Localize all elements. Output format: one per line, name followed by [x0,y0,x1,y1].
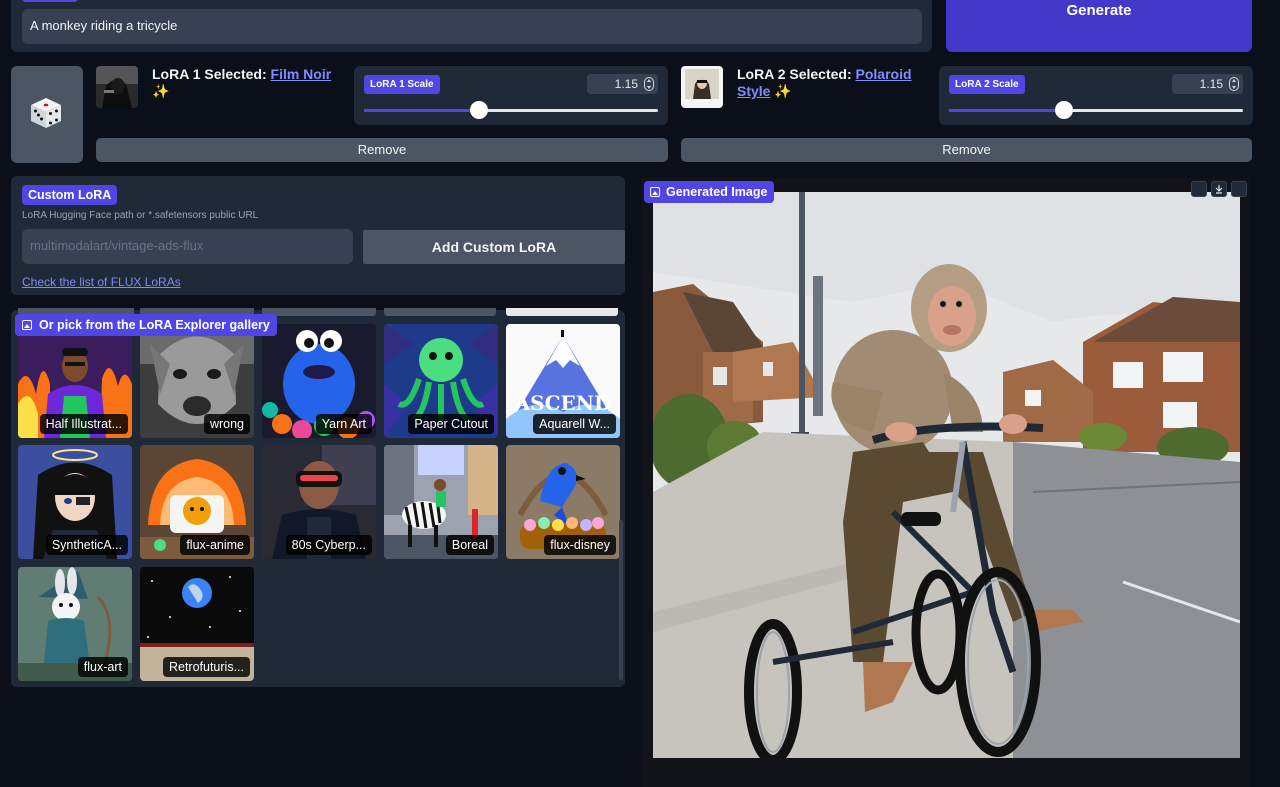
lora2-scale-panel: LoRA 2 Scale 1.15 [939,66,1253,125]
lora1-thumbnail [96,66,138,108]
lora1-scale-slider[interactable] [364,101,658,119]
gallery-item-label: Paper Cutout [408,414,494,434]
image-icon [22,320,32,330]
generated-image-title: Generated Image [644,181,775,203]
generated-image [653,192,1240,758]
lora1-scale-panel: LoRA 1 Scale 1.15 [354,66,668,125]
gallery-item[interactable]: Half Illustrat... [18,324,132,438]
lora2-scale-input[interactable]: 1.15 [1172,74,1243,94]
image-icon [650,187,660,197]
gallery-item-label: Retrofuturis... [162,657,250,677]
lora2-remove-button[interactable]: Remove [681,138,1252,162]
gallery-item[interactable]: SyntheticA... [18,445,132,559]
gallery-row-above [262,308,376,316]
gallery-row-above [384,308,496,316]
gallery-item-label: Aquarell W... [533,414,616,434]
lora2-scale-slider[interactable] [949,101,1243,119]
lora1-name-link[interactable]: Film Noir [271,66,332,82]
dice-icon [31,98,61,128]
download-icon[interactable] [1211,181,1227,197]
gallery-item-label: 80s Cyberp... [285,535,372,555]
tile-ascend-text: ASCEND [514,391,612,415]
gallery-item[interactable]: ASCEND Aquarell W... [506,324,620,438]
lora2-slider-fill [949,109,1064,112]
lora1-slider-handle[interactable] [469,101,488,119]
gallery-item[interactable]: Yarn Art [262,324,376,438]
gallery-scrollbar[interactable] [619,520,623,680]
stepper-icon[interactable] [644,77,654,91]
stepper-icon[interactable] [1229,77,1239,91]
gallery-item-label: flux-anime [180,535,250,555]
gallery-item[interactable]: wrong [140,324,254,438]
gallery-title: Or pick from the LoRA Explorer gallery [15,314,277,336]
generate-button[interactable]: Generate [946,0,1252,52]
gallery-item[interactable]: flux-art [18,567,132,681]
gallery-row-above [506,308,618,316]
randomize-button[interactable] [11,66,83,163]
gallery-item[interactable]: Boreal [384,445,498,559]
gallery-item[interactable]: Retrofuturis... [140,567,254,681]
gallery-item[interactable]: flux-anime [140,445,254,559]
custom-lora-help: LoRA Hugging Face path or *.safetensors … [22,210,259,221]
custom-lora-title: Custom LoRA [22,185,118,205]
lora1-scale-label: LoRA 1 Scale [364,75,440,94]
gallery-item-label: Half Illustrat... [39,414,128,434]
lora2-slider-handle[interactable] [1054,101,1073,119]
lora2-thumbnail [681,66,723,108]
custom-lora-input[interactable]: multimodalart/vintage-ads-flux [22,229,353,264]
lora2-selected-text: LoRA 2 Selected: Polaroid Style ✨ [737,66,912,99]
gallery-panel: Half Illustrat... wrong Yarn Art Paper C… [11,310,625,687]
lora1-slider-fill [364,109,479,112]
add-custom-lora-button[interactable]: Add Custom LoRA [363,230,625,264]
gallery-item-label: Yarn Art [315,414,372,434]
gallery-item-label: SyntheticA... [45,535,128,555]
gallery-item[interactable]: Paper Cutout [384,324,498,438]
lora1-selected-text: LoRA 1 Selected: Film Noir ✨ [152,66,332,99]
prompt-tab-label [22,0,78,2]
share-icon[interactable] [1231,181,1247,197]
gallery-item[interactable]: flux-disney [506,445,620,559]
gallery-item-label: Boreal [445,535,494,555]
lora1-remove-button[interactable]: Remove [96,138,668,162]
gallery-item[interactable]: 80s Cyberp... [262,445,376,559]
gallery-item-label: flux-art [77,657,128,677]
lora2-scale-label: LoRA 2 Scale [949,75,1025,94]
prompt-input[interactable]: A monkey riding a tricycle [22,9,922,44]
gallery-item-label: wrong [203,414,250,434]
gallery-item-label: flux-disney [544,535,616,555]
flux-loras-link[interactable]: Check the list of FLUX LoRAs [22,275,181,289]
fullscreen-icon[interactable] [1191,181,1207,197]
lora1-scale-input[interactable]: 1.15 [587,74,658,94]
